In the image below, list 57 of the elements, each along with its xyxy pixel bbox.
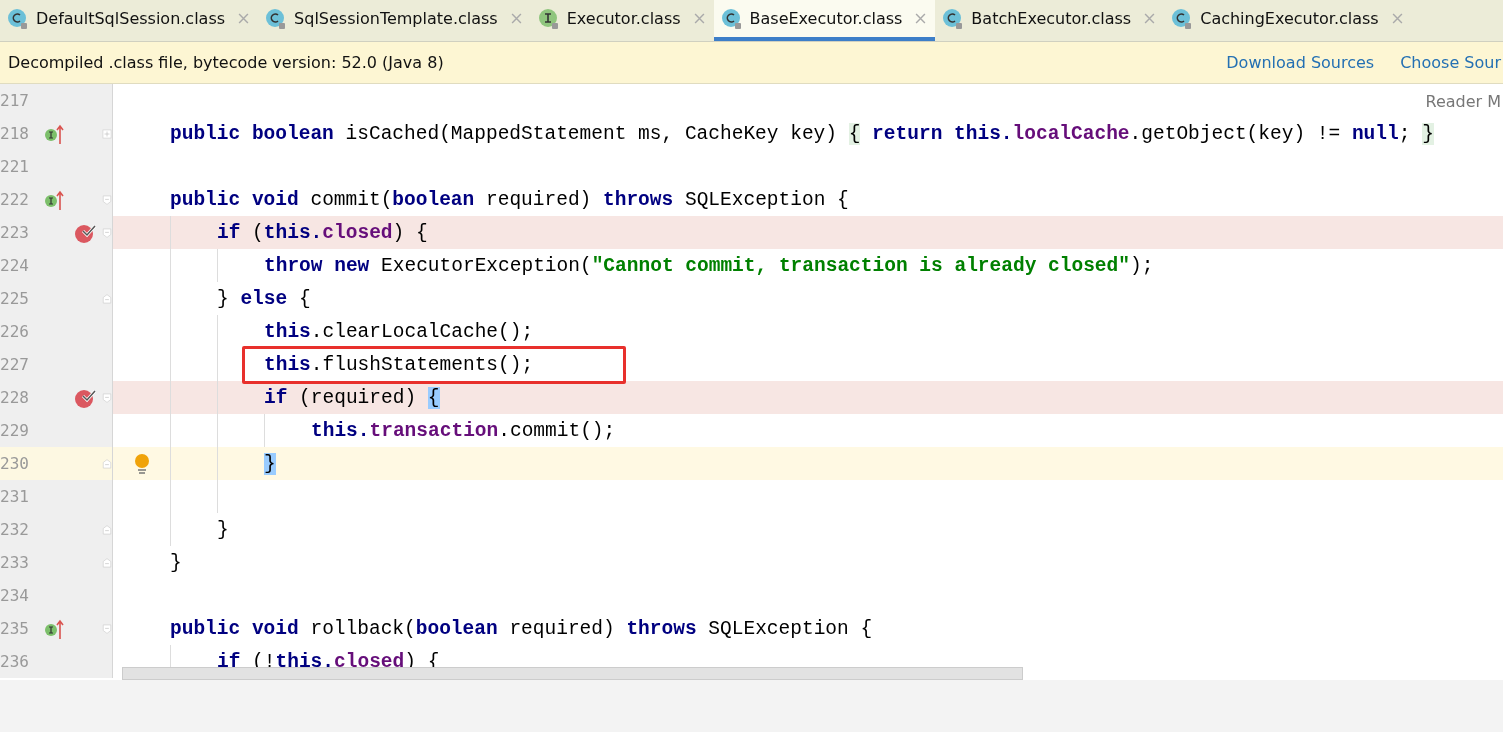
close-icon[interactable] (1144, 13, 1156, 24)
lightbulb-icon[interactable] (133, 452, 150, 475)
banner-message: Decompiled .class file, bytecode version: 52.0 (Java 8) (8, 53, 444, 72)
code-line: this.clearLocalCache(); (264, 320, 534, 343)
class-file-icon (720, 7, 743, 30)
line-number: 226 (0, 322, 30, 341)
line-number: 236 (0, 652, 30, 671)
line-number: 232 (0, 520, 30, 539)
code-line: if (this.closed) { (217, 221, 428, 244)
close-icon[interactable] (510, 13, 522, 24)
close-icon[interactable] (693, 13, 705, 24)
line-number: 225 (0, 289, 30, 308)
implements-method-icon[interactable] (44, 188, 66, 211)
class-file-icon (942, 7, 965, 30)
code-line: this.flushStatements(); (264, 353, 534, 376)
line-number: 231 (0, 487, 30, 506)
code-line: public void commit(boolean required) throws SQLException { (170, 188, 849, 211)
implements-method-icon[interactable] (44, 617, 66, 640)
line-number: 224 (0, 256, 30, 275)
editor-tab[interactable]: CachingExecutor.class (1164, 0, 1412, 41)
line-number: 217 (0, 91, 30, 110)
line-number: 233 (0, 553, 30, 572)
interface-file-icon (537, 7, 560, 30)
implements-method-icon[interactable] (44, 122, 66, 145)
line-number: 218 (0, 124, 30, 143)
line-number: 227 (0, 355, 30, 374)
editor-tab[interactable]: BatchExecutor.class (935, 0, 1165, 41)
class-file-icon (7, 7, 29, 30)
close-icon[interactable] (915, 13, 927, 24)
line-number: 222 (0, 190, 30, 209)
editor-tab[interactable]: BaseExecutor.class (713, 0, 936, 41)
line-number: 223 (0, 223, 30, 242)
line-number: 235 (0, 619, 30, 638)
close-icon[interactable] (238, 13, 250, 24)
close-icon[interactable] (1391, 13, 1403, 24)
code-line: this.transaction.commit(); (311, 419, 616, 442)
code-line: throw new ExecutorException("Cannot commit, transaction is already closed"); (264, 254, 1154, 277)
line-number: 228 (0, 388, 30, 407)
banner-link[interactable]: Choose Sour (1400, 53, 1501, 72)
class-file-icon (1171, 7, 1194, 30)
code-line: if (required) { (264, 386, 440, 409)
editor-tab[interactable]: Executor.class (530, 0, 714, 41)
line-number: 234 (0, 586, 30, 605)
line-number: 230 (0, 454, 30, 473)
code-line: } (170, 551, 182, 574)
editor-tab[interactable]: SqlSessionTemplate.class (258, 0, 531, 41)
horizontal-scrollbar[interactable] (122, 667, 1023, 680)
banner-link[interactable]: Download Sources (1226, 53, 1375, 72)
line-number: 221 (0, 157, 30, 176)
editor-tab[interactable]: DefaultSqlSession.class (0, 0, 259, 41)
code-line: public void rollback(boolean required) throws SQLException { (170, 617, 873, 640)
class-file-icon (265, 7, 288, 30)
line-number: 229 (0, 421, 30, 440)
code-line: } else { (217, 287, 311, 310)
code-line: public boolean isCached(MappedStatement ms, CacheKey key) { return this.localCache.getObject(key) != null; } (170, 122, 1434, 145)
code-line: } (217, 518, 229, 541)
reader-mode-label[interactable]: Reader M (1425, 92, 1501, 111)
